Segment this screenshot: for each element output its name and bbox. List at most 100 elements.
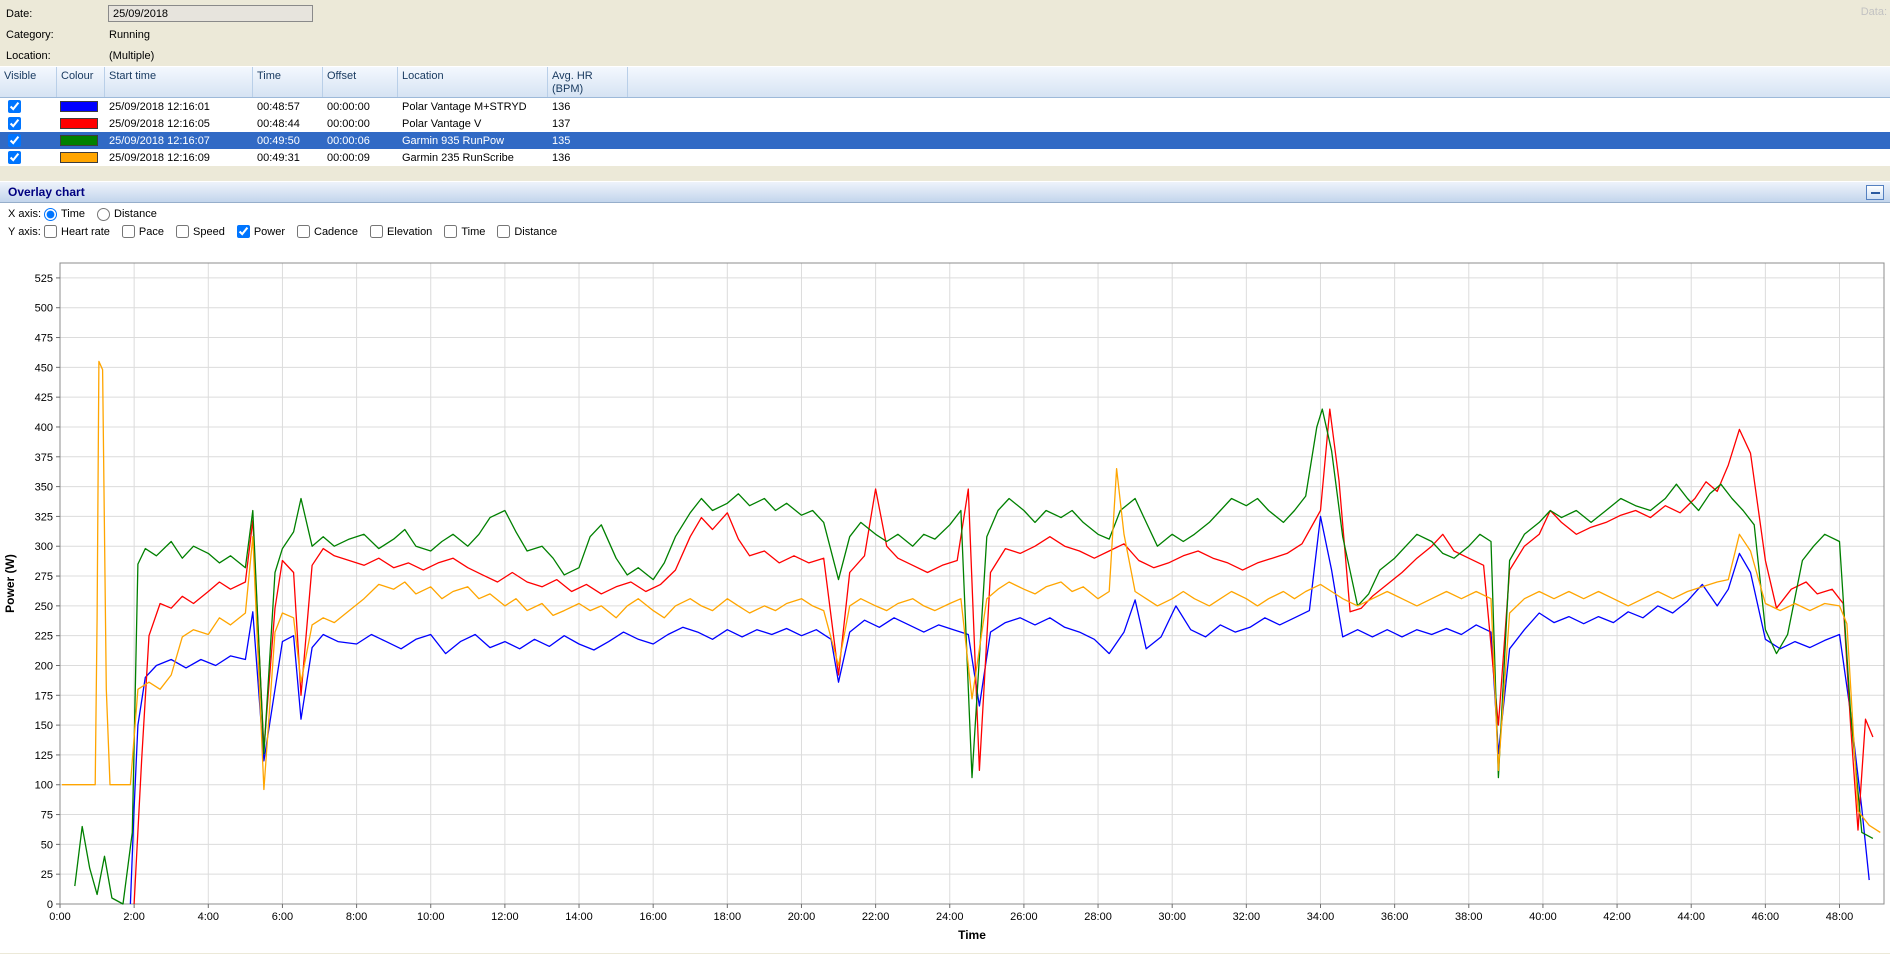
offset-cell: 00:00:09 (323, 152, 398, 164)
y-tick-label: 375 (35, 452, 53, 464)
y-tick-label: 525 (35, 273, 53, 285)
yaxis-checkbox-elevation[interactable] (370, 225, 383, 238)
y-tick-label: 425 (35, 392, 53, 404)
yaxis-option-label: Heart rate (61, 226, 110, 238)
yaxis-option-pace: Pace (122, 225, 164, 238)
y-tick-label: 100 (35, 780, 53, 792)
time-cell: 00:49:50 (253, 135, 323, 147)
column-header-start-time[interactable]: Start time (105, 67, 253, 97)
table-row[interactable]: 25/09/2018 12:16:0900:49:3100:00:09Garmi… (0, 149, 1890, 166)
y-tick-label: 275 (35, 571, 53, 583)
category-value: Running (108, 29, 150, 41)
start-time-cell: 25/09/2018 12:16:01 (105, 101, 253, 113)
y-tick-label: 50 (41, 839, 53, 851)
y-tick-label: 300 (35, 541, 53, 553)
visible-checkbox[interactable] (8, 117, 21, 130)
colour-swatch[interactable] (60, 135, 98, 146)
offset-cell: 00:00:06 (323, 135, 398, 147)
visible-checkbox[interactable] (8, 134, 21, 147)
yaxis-checkbox-distance[interactable] (497, 225, 510, 238)
xaxis-option-distance: Distance (97, 208, 157, 221)
avg-hr-cell: 136 (548, 152, 628, 164)
y-tick-label: 450 (35, 362, 53, 374)
yaxis-option-power: Power (237, 225, 285, 238)
column-header-avg-hr-bpm[interactable]: Avg. HR (BPM) (548, 67, 628, 97)
location-cell: Polar Vantage M+STRYD (398, 101, 548, 113)
x-tick-label: 44:00 (1677, 911, 1705, 923)
xaxis-radio-time[interactable] (44, 208, 57, 221)
category-label: Category: (0, 29, 108, 41)
activity-info-form: Date: Category: Running Location: (Multi… (0, 0, 1890, 66)
avg-hr-cell: 135 (548, 135, 628, 147)
overlay-chart-section-bar: Overlay chart (0, 181, 1890, 203)
table-row[interactable]: 25/09/2018 12:16:0500:48:4400:00:00Polar… (0, 115, 1890, 132)
visible-checkbox[interactable] (8, 100, 21, 113)
visible-checkbox[interactable] (8, 151, 21, 164)
yaxis-option-label: Cadence (314, 226, 358, 238)
y-tick-label: 325 (35, 511, 53, 523)
yaxis-checkbox-pace[interactable] (122, 225, 135, 238)
x-tick-label: 20:00 (788, 911, 816, 923)
table-row[interactable]: 25/09/2018 12:16:0700:49:5000:00:06Garmi… (0, 132, 1890, 149)
location-value: (Multiple) (108, 50, 154, 62)
start-time-cell: 25/09/2018 12:16:09 (105, 152, 253, 164)
offset-cell: 00:00:00 (323, 118, 398, 130)
column-header-colour[interactable]: Colour (57, 67, 105, 97)
x-tick-label: 0:00 (49, 911, 70, 923)
yaxis-option-label: Pace (139, 226, 164, 238)
yaxis-checkbox-time[interactable] (444, 225, 457, 238)
location-cell: Polar Vantage V (398, 118, 548, 130)
x-tick-label: 12:00 (491, 911, 519, 923)
collapse-section-button[interactable] (1866, 185, 1884, 200)
xaxis-radio-distance[interactable] (97, 208, 110, 221)
data-label: Data: (1861, 6, 1887, 18)
column-header-time[interactable]: Time (253, 67, 323, 97)
x-tick-label: 34:00 (1307, 911, 1335, 923)
colour-cell (57, 135, 105, 146)
x-tick-label: 26:00 (1010, 911, 1038, 923)
visible-cell (0, 134, 57, 147)
date-input[interactable] (108, 5, 313, 22)
overlay-line-chart[interactable]: 0:002:004:006:008:0010:0012:0014:0016:00… (0, 241, 1890, 953)
x-tick-label: 4:00 (198, 911, 219, 923)
x-tick-label: 38:00 (1455, 911, 1483, 923)
y-tick-label: 150 (35, 720, 53, 732)
colour-swatch[interactable] (60, 101, 98, 112)
yaxis-checkbox-speed[interactable] (176, 225, 189, 238)
x-tick-label: 48:00 (1826, 911, 1854, 923)
offset-cell: 00:00:00 (323, 101, 398, 113)
colour-swatch[interactable] (60, 118, 98, 129)
time-cell: 00:49:31 (253, 152, 323, 164)
column-header-filler (628, 67, 1890, 97)
x-axis-controls: X axis: Time Distance (0, 203, 1890, 222)
xaxis-option-label: Distance (114, 208, 157, 220)
grid-header-row: VisibleColourStart timeTimeOffsetLocatio… (0, 66, 1890, 98)
x-axis-label: X axis: (8, 208, 44, 220)
yaxis-option-cadence: Cadence (297, 225, 358, 238)
y-tick-label: 200 (35, 660, 53, 672)
xaxis-option-time: Time (44, 208, 85, 221)
yaxis-option-time: Time (444, 225, 485, 238)
table-row[interactable]: 25/09/2018 12:16:0100:48:5700:00:00Polar… (0, 98, 1890, 115)
x-tick-label: 40:00 (1529, 911, 1557, 923)
date-label: Date: (0, 8, 108, 20)
y-tick-label: 125 (35, 750, 53, 762)
x-tick-label: 18:00 (714, 911, 742, 923)
column-header-location[interactable]: Location (398, 67, 548, 97)
x-tick-label: 24:00 (936, 911, 964, 923)
column-header-offset[interactable]: Offset (323, 67, 398, 97)
yaxis-checkbox-power[interactable] (237, 225, 250, 238)
yaxis-checkbox-cadence[interactable] (297, 225, 310, 238)
power-chart-svg[interactable]: 0:002:004:006:008:0010:0012:0014:0016:00… (0, 241, 1890, 950)
x-tick-label: 8:00 (346, 911, 367, 923)
yaxis-checkbox-heart-rate[interactable] (44, 225, 57, 238)
x-tick-label: 10:00 (417, 911, 445, 923)
column-header-visible[interactable]: Visible (0, 67, 57, 97)
start-time-cell: 25/09/2018 12:16:07 (105, 135, 253, 147)
y-tick-label: 475 (35, 333, 53, 345)
yaxis-option-elevation: Elevation (370, 225, 432, 238)
y-axis-label: Y axis: (8, 226, 44, 238)
x-tick-label: 32:00 (1233, 911, 1261, 923)
colour-swatch[interactable] (60, 152, 98, 163)
y-tick-label: 25 (41, 869, 53, 881)
